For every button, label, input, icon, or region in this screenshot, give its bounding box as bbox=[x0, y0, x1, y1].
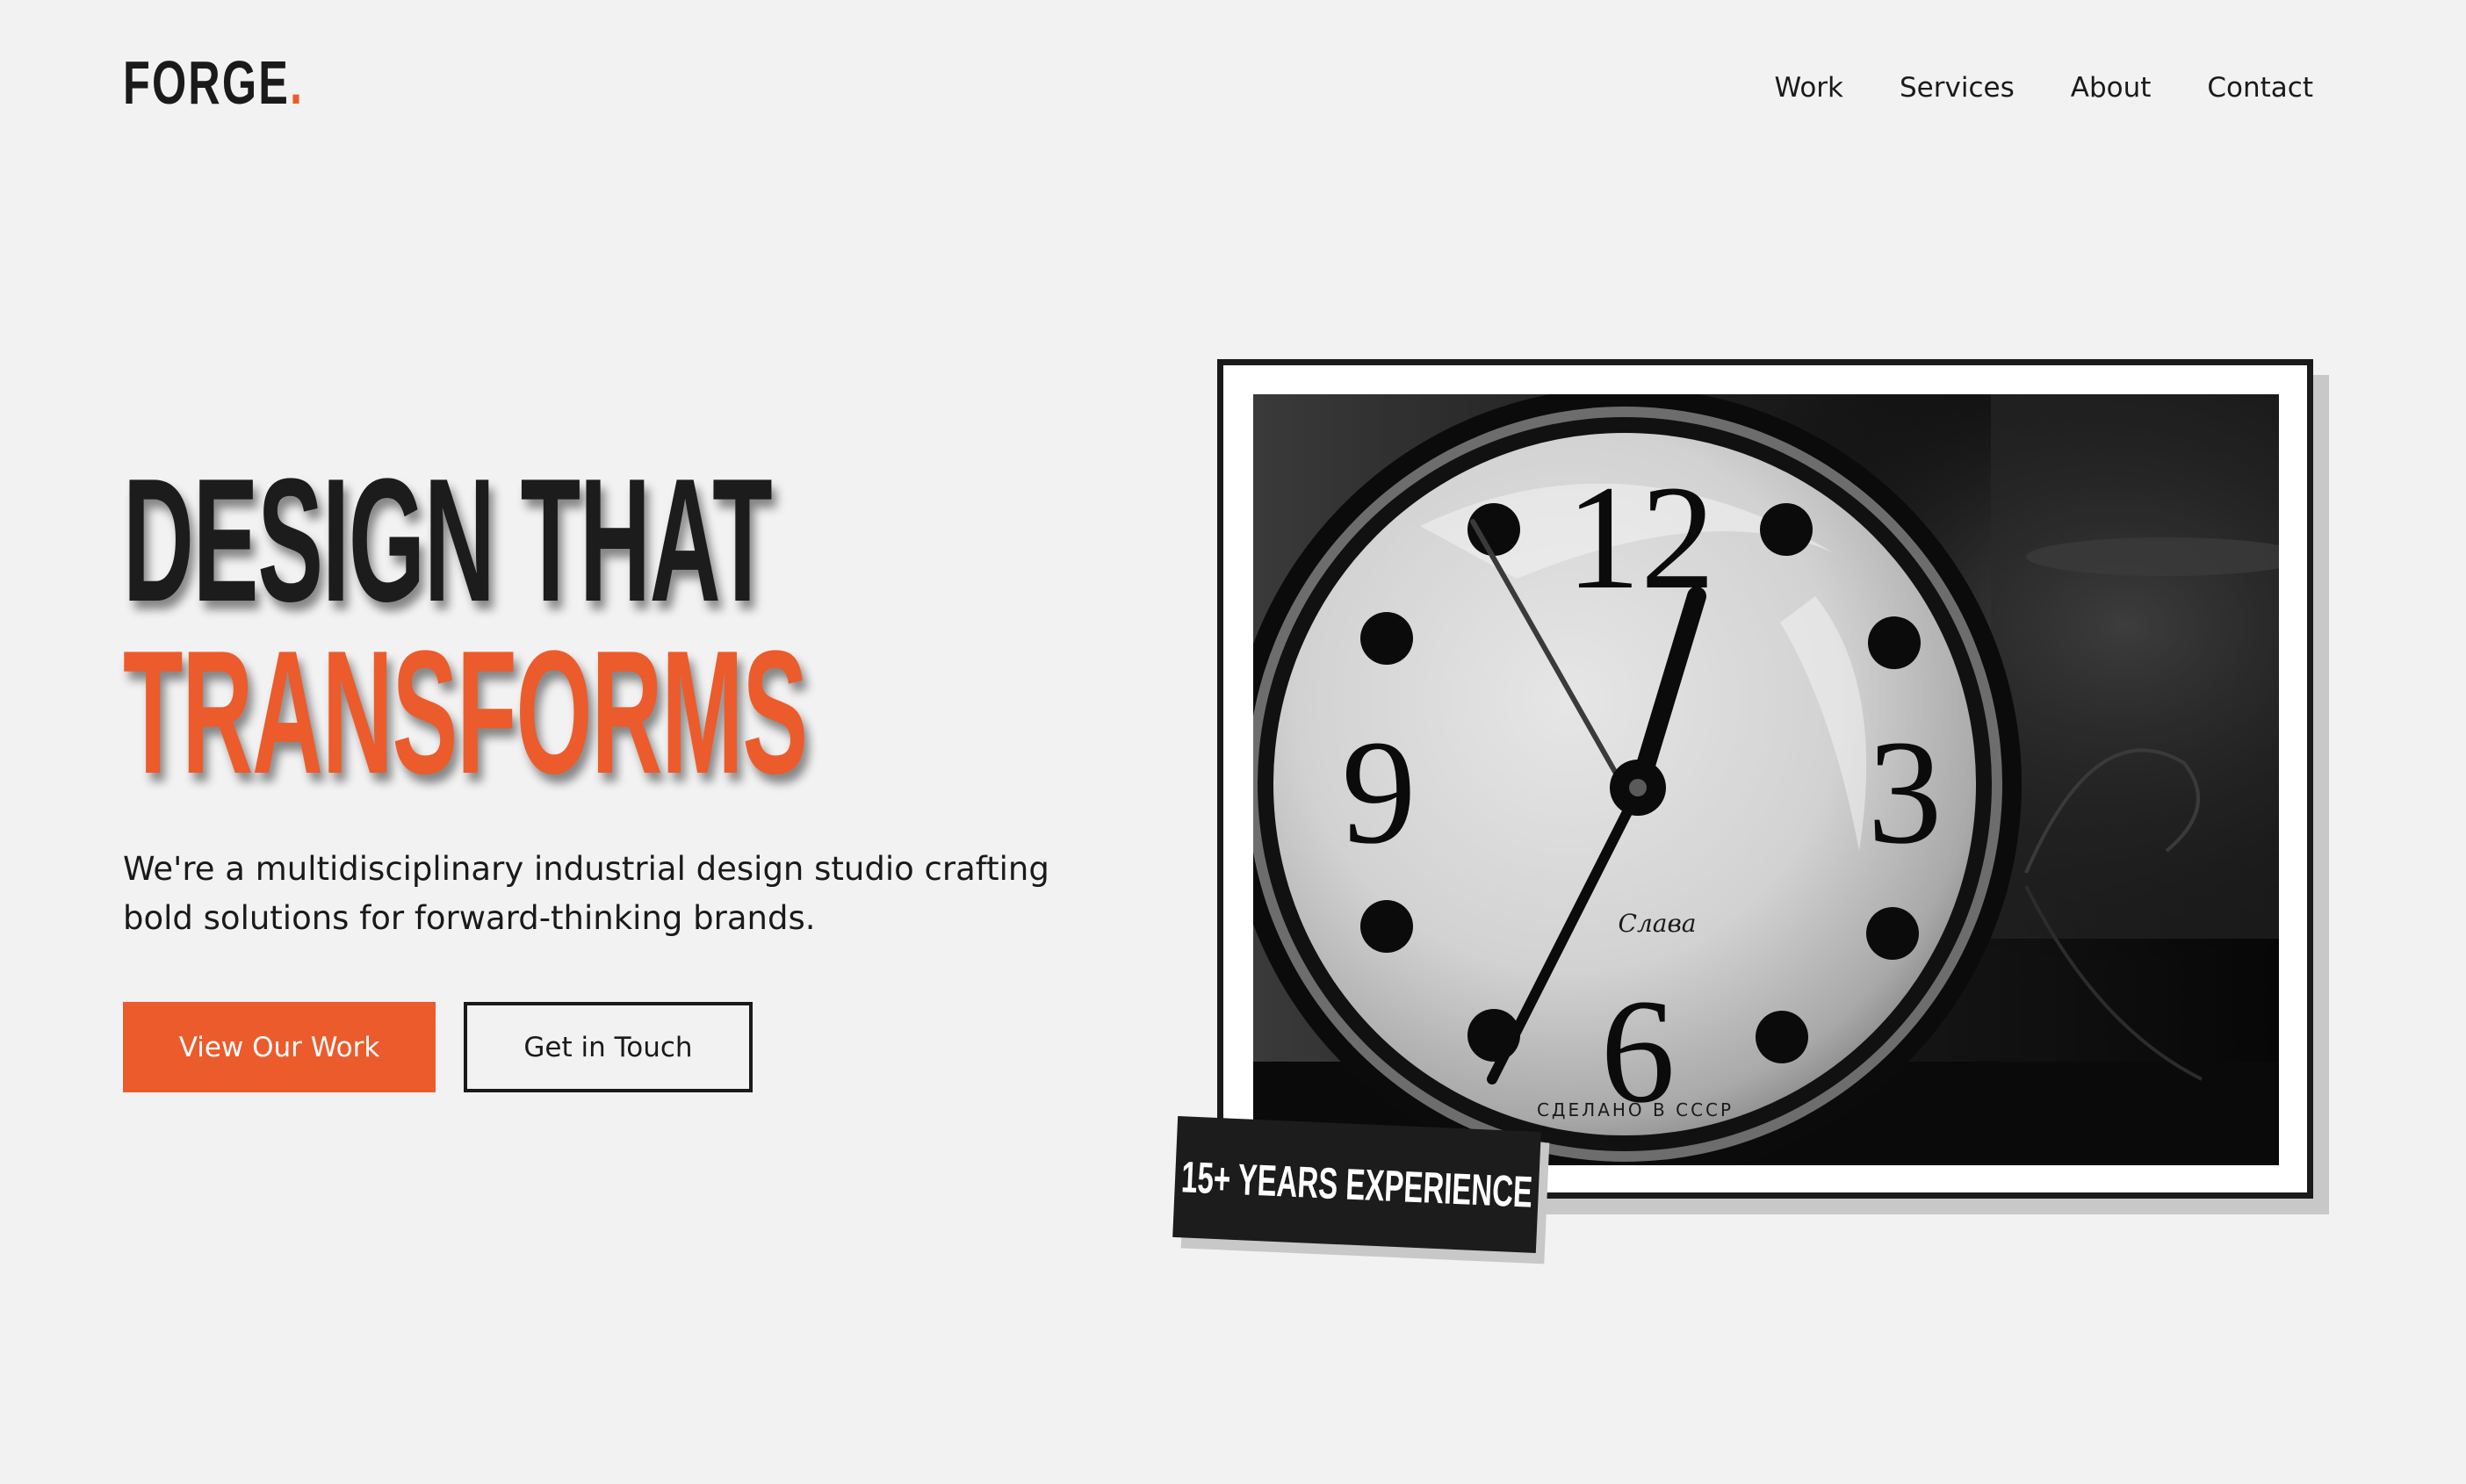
hero-headline-line2: TRANSFORMS bbox=[123, 615, 808, 810]
nav-link-work[interactable]: Work bbox=[1775, 72, 1844, 104]
nav-item-work: Work bbox=[1775, 68, 1844, 107]
experience-badge-box: 15+ YEARS EXPERIENCE bbox=[1172, 1116, 1541, 1253]
dial-brand: Слава bbox=[1619, 909, 1697, 938]
nav-link-contact[interactable]: Contact bbox=[2207, 72, 2313, 104]
nav-item-services: Services bbox=[1900, 68, 2015, 107]
experience-badge-text: 15+ YEARS EXPERIENCE bbox=[1179, 1152, 1534, 1217]
dial-footer: СДЕЛАНО В СССР bbox=[1537, 1099, 1734, 1120]
view-our-work-button[interactable]: View Our Work bbox=[123, 1002, 436, 1092]
get-in-touch-button[interactable]: Get in Touch bbox=[464, 1002, 753, 1092]
dial-numeral-3: 3 bbox=[1868, 710, 1943, 875]
hero-headline-line1: DESIGN THAT bbox=[123, 443, 773, 638]
nav-link-services[interactable]: Services bbox=[1900, 72, 2015, 104]
clock-photo: 12 3 6 9 Слава СДЕЛАНО В СССР bbox=[1253, 394, 2279, 1165]
nav-link-about[interactable]: About bbox=[2071, 72, 2152, 104]
nav-item-about: About bbox=[2071, 68, 2152, 107]
dial-numeral-9: 9 bbox=[1342, 710, 1417, 875]
main-nav: Work Services About Contact bbox=[1775, 68, 2314, 107]
hero-subtitle: We're a multidisciplinary industrial des… bbox=[123, 850, 1049, 937]
hero-image: 12 3 6 9 Слава СДЕЛАНО В СССР bbox=[1253, 394, 2279, 1165]
hero-headline: DESIGN THAT TRANSFORMS bbox=[123, 443, 808, 810]
logo-text: FORGE bbox=[123, 48, 291, 117]
experience-badge: 15+ YEARS EXPERIENCE bbox=[1172, 1116, 1550, 1264]
logo-dot: . bbox=[290, 48, 305, 117]
nav-item-contact: Contact bbox=[2207, 68, 2313, 107]
logo[interactable]: FORGE. bbox=[123, 51, 304, 114]
